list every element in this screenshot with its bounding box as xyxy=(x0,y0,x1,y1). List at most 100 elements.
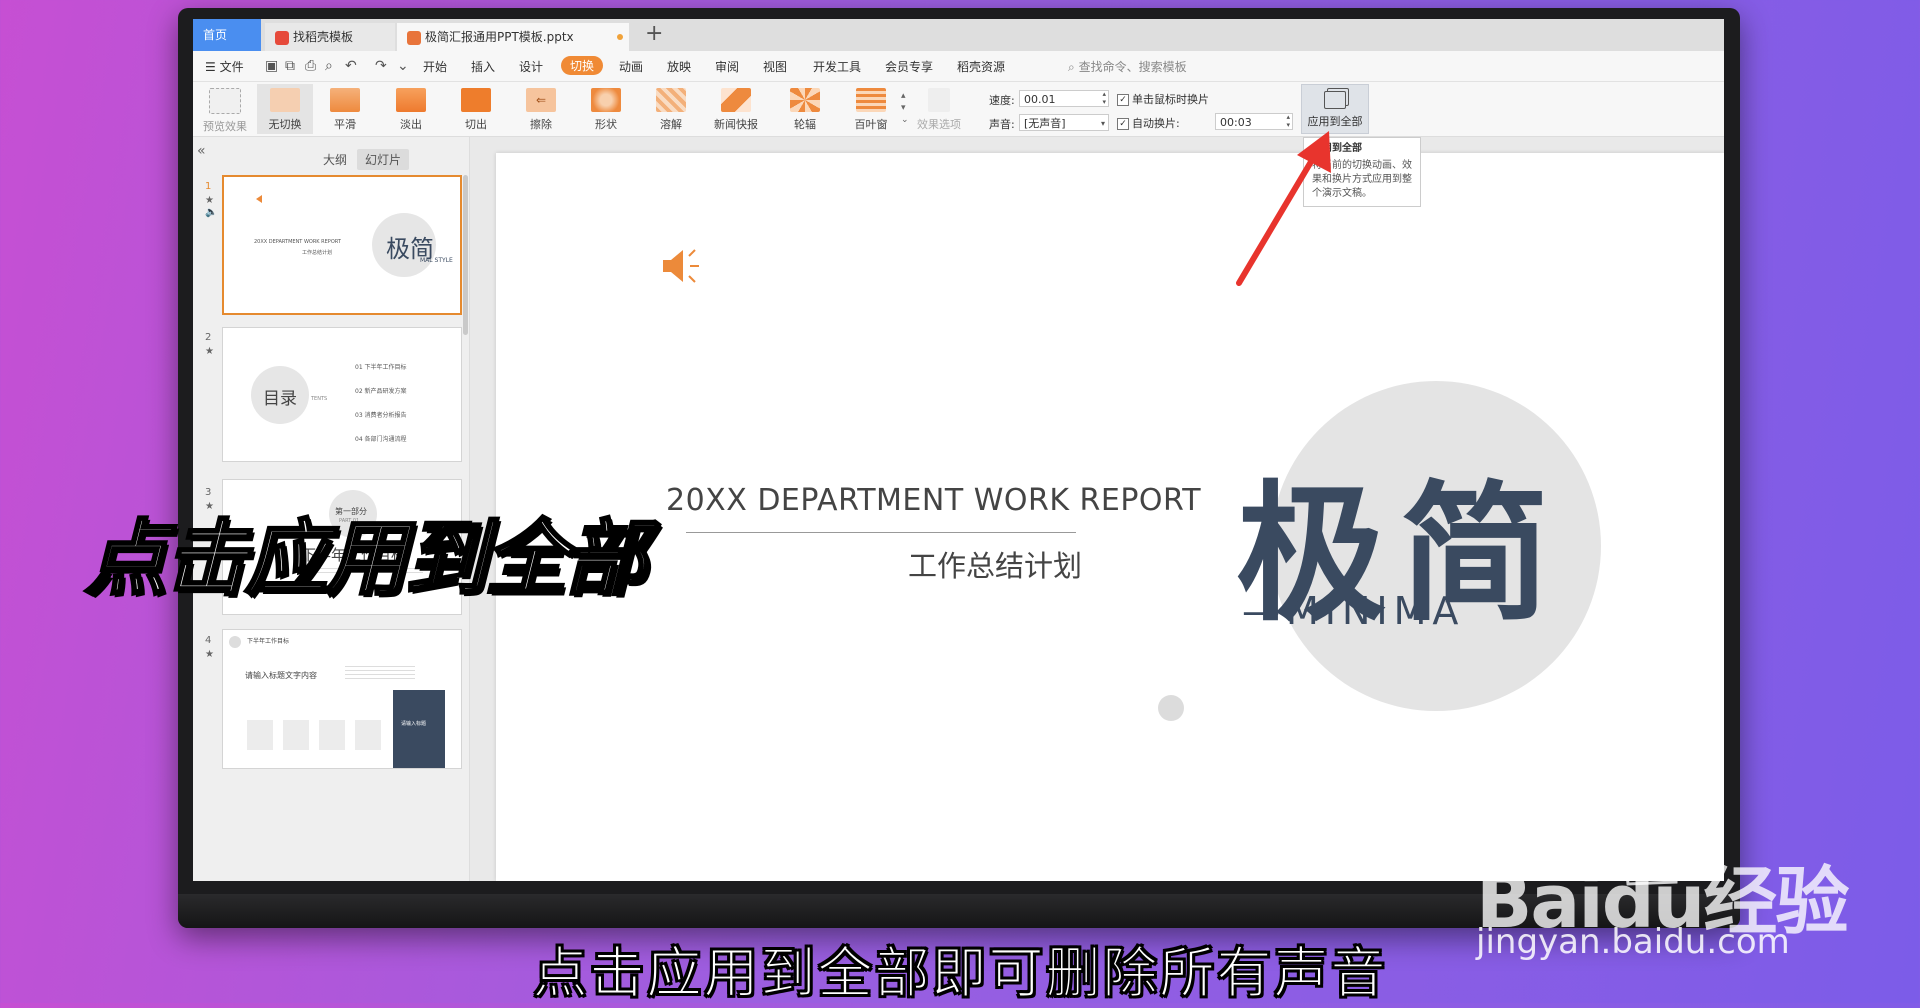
slide-star-icon: ★ xyxy=(205,195,214,206)
tab-bar: 首页 找稻壳模板 极简汇报通用PPT模板.pptx + xyxy=(193,19,1724,51)
transition-newsflash[interactable]: 新闻快报 xyxy=(708,88,764,132)
thumb-dark-card: 请输入标题 xyxy=(393,690,445,768)
command-search-placeholder: 查找命令、搜索模板 xyxy=(1078,60,1187,74)
ppt-file-icon xyxy=(407,30,421,45)
tab-home-label: 首页 xyxy=(203,28,228,42)
collapse-panel-icon[interactable]: « xyxy=(197,143,206,159)
menu-slideshow[interactable]: 放映 xyxy=(667,58,691,75)
gallery-scroll-icon[interactable]: ▴ ▾ ⌄ xyxy=(901,90,909,126)
tab-document[interactable]: 极简汇报通用PPT模板.pptx xyxy=(397,23,629,51)
on-click-label: 单击鼠标时换片 xyxy=(1132,93,1209,106)
preview-icon xyxy=(209,88,241,114)
slide-sound-icon: 🔈 xyxy=(205,207,218,218)
menu-transitions[interactable]: 切换 xyxy=(561,56,604,75)
thumb-text-lines xyxy=(345,666,415,680)
new-tab-button[interactable]: + xyxy=(645,21,663,46)
speed-value: 00.01 xyxy=(1024,93,1056,106)
save-icon[interactable]: ▣ xyxy=(265,58,278,74)
customize-chevron-icon[interactable]: ⌄ xyxy=(397,58,409,74)
checkbox-checked-icon: ✓ xyxy=(1117,94,1129,106)
menu-insert[interactable]: 插入 xyxy=(471,58,495,75)
checkbox-checked-icon: ✓ xyxy=(1117,118,1129,130)
transition-smooth-label: 平滑 xyxy=(334,118,356,131)
menu-design[interactable]: 设计 xyxy=(519,58,543,75)
menu-member[interactable]: 会员专享 xyxy=(885,58,933,75)
transition-newsflash-icon xyxy=(721,88,751,112)
transition-ribbon: 预览效果 无切换 平滑 淡出 切出 ⇐ 擦除 形状 溶解 新闻快报 轮辐 百叶窗… xyxy=(193,82,1724,137)
slide-thumbnail-4[interactable]: 下半年工作目标 请输入标题文字内容 请输入标题 xyxy=(222,629,462,769)
transition-spokes[interactable]: 轮辐 xyxy=(777,88,833,132)
title-divider xyxy=(686,532,1076,533)
thumb-dot xyxy=(229,636,241,648)
tab-document-label: 极简汇报通用PPT模板.pptx xyxy=(425,30,574,44)
transition-wipe[interactable]: ⇐ 擦除 xyxy=(513,88,569,132)
docer-icon xyxy=(275,30,289,45)
menu-file[interactable]: ☰ 文件 xyxy=(205,58,244,75)
effect-options-button[interactable]: 效果选项 xyxy=(911,88,967,132)
current-slide[interactable]: 20XX DEPARTMENT WORK REPORT 工作总结计划 极简 —M… xyxy=(496,153,1724,881)
preview-label: 预览效果 xyxy=(203,120,247,133)
slide-minimal-text[interactable]: —MINIMA xyxy=(1242,589,1464,633)
tab-home[interactable]: 首页 xyxy=(193,19,261,51)
transition-fade-label: 淡出 xyxy=(400,118,422,131)
print-icon[interactable]: ⎙ xyxy=(305,58,316,74)
menu-home[interactable]: 开始 xyxy=(423,58,447,75)
speed-input[interactable]: 00.01 ▴ ▾ xyxy=(1019,90,1109,107)
menu-review[interactable]: 审阅 xyxy=(715,58,739,75)
apply-to-all-button[interactable]: 应用到全部 xyxy=(1301,84,1369,134)
slide-thumbnail-2[interactable]: 目录 TENTS 01 下半年工作目标 02 新产品研发方案 03 消费者分析报… xyxy=(222,327,462,462)
tab-outline[interactable]: 大纲 xyxy=(315,149,355,170)
menu-animation[interactable]: 动画 xyxy=(619,58,643,75)
transition-dissolve[interactable]: 溶解 xyxy=(643,88,699,132)
tab-slides[interactable]: 幻灯片 xyxy=(357,149,410,170)
menu-docer-resources[interactable]: 稻壳资源 xyxy=(957,58,1005,75)
undo-icon[interactable]: ↶ xyxy=(345,58,357,74)
redo-icon[interactable]: ↷ xyxy=(375,58,387,74)
print-preview-icon[interactable]: ⌕ xyxy=(325,58,333,74)
transition-smooth[interactable]: 平滑 xyxy=(317,88,373,132)
thumb-card-label: 请输入标题 xyxy=(401,721,427,727)
transition-newsflash-label: 新闻快报 xyxy=(714,118,758,131)
tab-template-store[interactable]: 找稻壳模板 xyxy=(265,23,395,51)
on-click-checkbox[interactable]: ✓ 单击鼠标时换片 xyxy=(1117,91,1209,107)
thumb-minimal: MAL STYLE xyxy=(420,257,453,264)
transition-fade[interactable]: 淡出 xyxy=(383,88,439,132)
speaker-icon[interactable] xyxy=(661,246,705,286)
auto-advance-checkbox[interactable]: ✓ 自动换片: xyxy=(1117,115,1180,131)
thumb-toc-en: TENTS xyxy=(311,396,328,402)
panel-scrollbar[interactable] xyxy=(463,175,468,335)
slide-subtitle[interactable]: 工作总结计划 xyxy=(908,543,1082,585)
sound-select[interactable]: [无声音] ▾ xyxy=(1019,114,1109,131)
menu-view[interactable]: 视图 xyxy=(763,58,787,75)
command-search[interactable]: ⌕ 查找命令、搜索模板 xyxy=(1068,58,1187,75)
transition-dissolve-label: 溶解 xyxy=(660,118,682,131)
slide-star-icon: ★ xyxy=(205,649,214,660)
transition-dissolve-icon xyxy=(656,88,686,112)
sound-label: 声音: xyxy=(989,118,1015,131)
thumb-slide4-title: 下半年工作目标 xyxy=(247,638,290,645)
thumb-toc-title: 目录 xyxy=(263,389,297,409)
transition-fade-icon xyxy=(396,88,426,112)
thumb-icon-row xyxy=(247,720,387,750)
transition-shape[interactable]: 形状 xyxy=(578,88,634,132)
effect-options-label: 效果选项 xyxy=(917,118,961,131)
transition-blinds-label: 百叶窗 xyxy=(854,118,888,131)
menu-developer[interactable]: 开发工具 xyxy=(813,58,861,75)
transition-cut-label: 切出 xyxy=(465,118,487,131)
transition-none[interactable]: 无切换 xyxy=(257,84,313,134)
slide-thumbnail-1[interactable]: 20XX DEPARTMENT WORK REPORT 工作总结计划 极简 MA… xyxy=(222,175,462,315)
red-arrow-annotation xyxy=(1236,131,1331,286)
app-window: 首页 找稻壳模板 极简汇报通用PPT模板.pptx + ☰ 文件 ▣ ⧉ ⎙ ⌕… xyxy=(193,19,1724,881)
transition-cut[interactable]: 切出 xyxy=(448,88,504,132)
apply-all-icon xyxy=(1324,91,1346,109)
transition-blinds[interactable]: 百叶窗 xyxy=(843,88,899,132)
export-icon[interactable]: ⧉ xyxy=(285,58,295,74)
baidu-watermark-url: jingyan.baidu.com xyxy=(1476,922,1790,962)
auto-advance-input[interactable]: 00:03 ▴ ▾ xyxy=(1215,113,1293,130)
transition-wipe-icon: ⇐ xyxy=(526,88,556,112)
slide-title[interactable]: 20XX DEPARTMENT WORK REPORT xyxy=(666,483,1201,518)
preview-effect-button[interactable]: 预览效果 xyxy=(197,88,253,134)
auto-spinner-icon: ▴ ▾ xyxy=(1286,113,1290,129)
decor-dot xyxy=(1158,695,1184,721)
transition-blinds-icon xyxy=(856,88,886,112)
